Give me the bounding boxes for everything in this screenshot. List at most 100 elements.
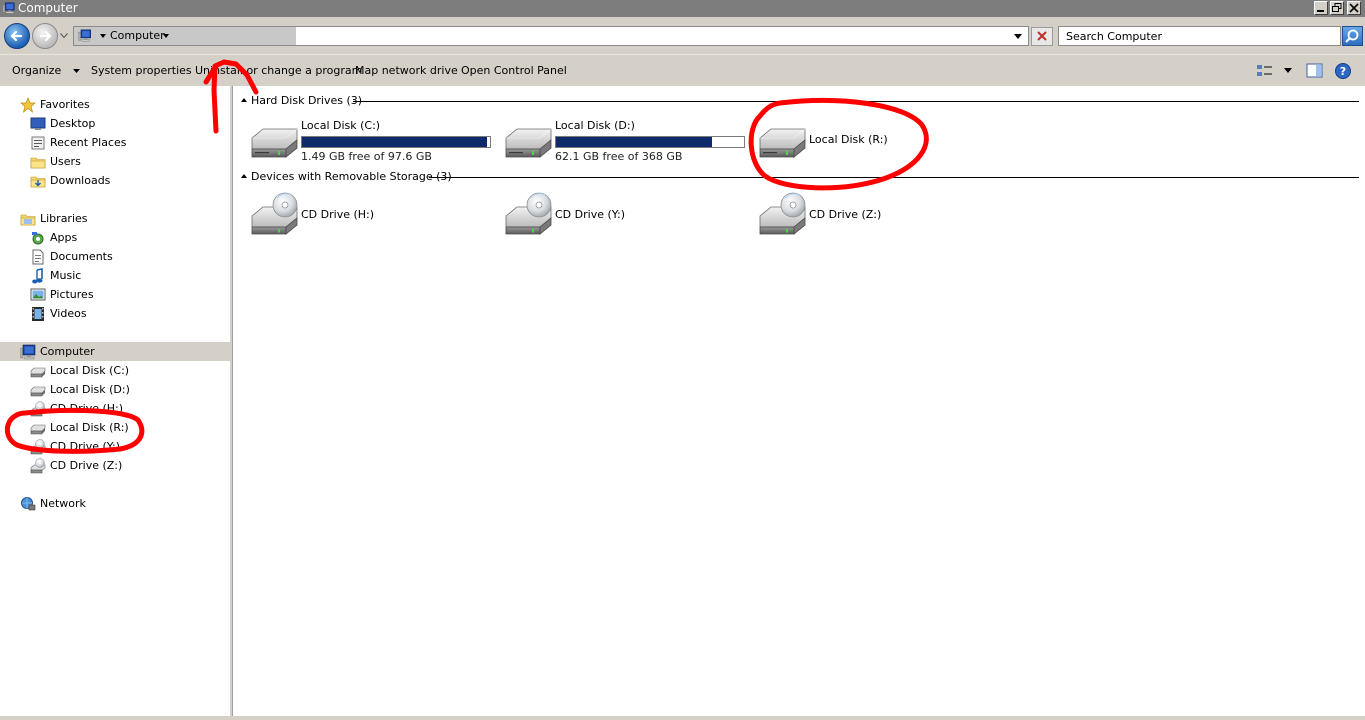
- drive-name: CD Drive (H:): [301, 208, 375, 221]
- breadcrumb-computer[interactable]: Computer: [110, 29, 165, 42]
- uninstall-program-button[interactable]: Uninstall or change a program: [195, 64, 362, 77]
- restore-button[interactable]: [1330, 1, 1344, 15]
- change-view-icon[interactable]: [1256, 63, 1274, 79]
- sidebar-item-favorites[interactable]: Favorites: [20, 95, 220, 114]
- videos-icon: [32, 307, 44, 321]
- sidebar-item-apps[interactable]: Apps: [30, 228, 220, 247]
- drive-tile-local-disk-r[interactable]: Local Disk (R:): [757, 116, 1007, 164]
- svg-text:?: ?: [1340, 65, 1346, 78]
- search-input[interactable]: [1059, 27, 1340, 45]
- content-pane: Hard Disk Drives (3) Local Disk (C:) 1.4…: [233, 86, 1365, 716]
- search-button[interactable]: [1342, 26, 1363, 46]
- forward-arrow-icon: [39, 30, 52, 42]
- sidebar-item-users[interactable]: Users: [30, 152, 220, 171]
- sidebar-item-cd-drive-y[interactable]: CD Drive (Y:): [30, 437, 220, 456]
- group-header-hard-disk-drives[interactable]: Hard Disk Drives (3): [241, 94, 1359, 108]
- apps-icon: [32, 232, 44, 245]
- sidebar-item-recent-places[interactable]: Recent Places: [30, 133, 220, 152]
- open-control-panel-button[interactable]: Open Control Panel: [461, 64, 567, 77]
- chevron-down-icon: [72, 69, 80, 73]
- map-network-drive-button[interactable]: Map network drive: [355, 64, 458, 77]
- libraries-icon: [20, 214, 36, 226]
- network-icon: [21, 497, 36, 511]
- system-properties-button[interactable]: System properties: [91, 64, 192, 77]
- chevron-down-icon[interactable]: [163, 34, 169, 38]
- address-history-chevron-icon[interactable]: [1014, 34, 1022, 39]
- sidebar-item-videos[interactable]: Videos: [30, 304, 220, 323]
- status-bar: [0, 716, 1365, 720]
- back-button[interactable]: [4, 23, 30, 49]
- drive-tile-local-disk-c[interactable]: Local Disk (C:) 1.49 GB free of 97.6 GB: [249, 116, 499, 164]
- hard-drive-icon: [251, 128, 298, 158]
- preview-pane-icon[interactable]: [1306, 63, 1324, 79]
- music-note-icon: [32, 268, 43, 284]
- star-icon: [20, 97, 36, 113]
- window-title: Computer: [18, 1, 78, 15]
- close-button[interactable]: [1347, 1, 1361, 15]
- restore-icon: [1332, 3, 1342, 12]
- recent-places-icon: [31, 136, 45, 150]
- computer-icon: [20, 344, 36, 360]
- group-header-removable-storage[interactable]: Devices with Removable Storage (3): [241, 170, 1359, 184]
- sidebar-item-cd-drive-h[interactable]: CD Drive (H:): [30, 399, 220, 418]
- view-options-chevron-icon[interactable]: [1284, 68, 1292, 73]
- drive-tile-cd-drive-z[interactable]: CD Drive (Z:): [757, 190, 1007, 238]
- hard-drive-icon: [505, 128, 552, 158]
- minimize-icon: [1317, 10, 1324, 12]
- sidebar-item-cd-drive-z[interactable]: CD Drive (Z:): [30, 456, 220, 475]
- hard-drive-icon: [30, 386, 46, 397]
- title-bar: Computer: [0, 0, 1365, 17]
- hard-drive-icon: [30, 424, 46, 435]
- sidebar-item-local-disk-d[interactable]: Local Disk (D:): [30, 380, 220, 399]
- sidebar-item-computer[interactable]: Computer: [0, 342, 230, 361]
- capacity-bar-fill: [556, 137, 713, 147]
- chevron-down-icon[interactable]: [100, 34, 106, 38]
- cd-drive-icon: [505, 192, 552, 235]
- search-icon: [1345, 29, 1359, 43]
- collapse-triangle-icon[interactable]: [241, 98, 247, 102]
- cd-drive-icon: [30, 458, 46, 474]
- address-selection: [74, 27, 296, 45]
- sidebar-item-documents[interactable]: Documents: [30, 247, 220, 266]
- sidebar-item-desktop[interactable]: Desktop: [30, 114, 220, 133]
- address-bar[interactable]: Computer: [73, 26, 1029, 46]
- cd-drive-icon: [30, 439, 46, 455]
- organize-label: Organize: [12, 64, 62, 77]
- sidebar-item-local-disk-c[interactable]: Local Disk (C:): [30, 361, 220, 380]
- downloads-folder-icon: [30, 176, 46, 188]
- forward-button[interactable]: [32, 23, 58, 49]
- pictures-icon: [30, 288, 46, 301]
- sidebar-item-downloads[interactable]: Downloads: [30, 171, 220, 190]
- computer-icon: [2, 2, 15, 14]
- stop-button[interactable]: [1031, 27, 1053, 46]
- drive-tile-cd-drive-y[interactable]: CD Drive (Y:): [503, 190, 753, 238]
- help-icon[interactable]: ?: [1334, 63, 1352, 81]
- hard-drive-icon: [30, 367, 46, 378]
- address-row: Computer: [0, 17, 1365, 54]
- sidebar-item-music[interactable]: Music: [30, 266, 220, 285]
- sidebar-item-network[interactable]: Network: [20, 494, 220, 513]
- command-bar: Organize System properties Uninstall or …: [0, 54, 1365, 86]
- sidebar-item-local-disk-r[interactable]: Local Disk (R:): [30, 418, 220, 437]
- group-divider: [353, 101, 1359, 102]
- cd-drive-icon: [251, 192, 298, 235]
- drive-name: Local Disk (R:): [809, 133, 888, 146]
- drive-tile-cd-drive-h[interactable]: CD Drive (H:): [249, 190, 499, 238]
- hard-drive-icon: [759, 128, 806, 158]
- drive-name: CD Drive (Y:): [555, 208, 626, 221]
- drive-name: Local Disk (C:): [301, 119, 381, 132]
- recent-pages-chevron-icon[interactable]: [60, 33, 68, 39]
- search-box[interactable]: [1058, 26, 1341, 46]
- drive-tile-local-disk-d[interactable]: Local Disk (D:) 62.1 GB free of 368 GB: [503, 116, 753, 164]
- desktop-icon: [30, 117, 46, 130]
- documents-icon: [32, 249, 44, 265]
- sidebar-item-pictures[interactable]: Pictures: [30, 285, 220, 304]
- close-icon: [1037, 31, 1047, 41]
- collapse-triangle-icon[interactable]: [241, 174, 247, 178]
- minimize-button[interactable]: [1314, 1, 1328, 15]
- drive-free-space: 1.49 GB free of 97.6 GB: [301, 150, 432, 163]
- organize-button[interactable]: Organize: [12, 64, 80, 77]
- cd-drive-icon: [30, 401, 46, 417]
- sidebar-item-libraries[interactable]: Libraries: [20, 209, 220, 228]
- group-divider: [429, 177, 1359, 178]
